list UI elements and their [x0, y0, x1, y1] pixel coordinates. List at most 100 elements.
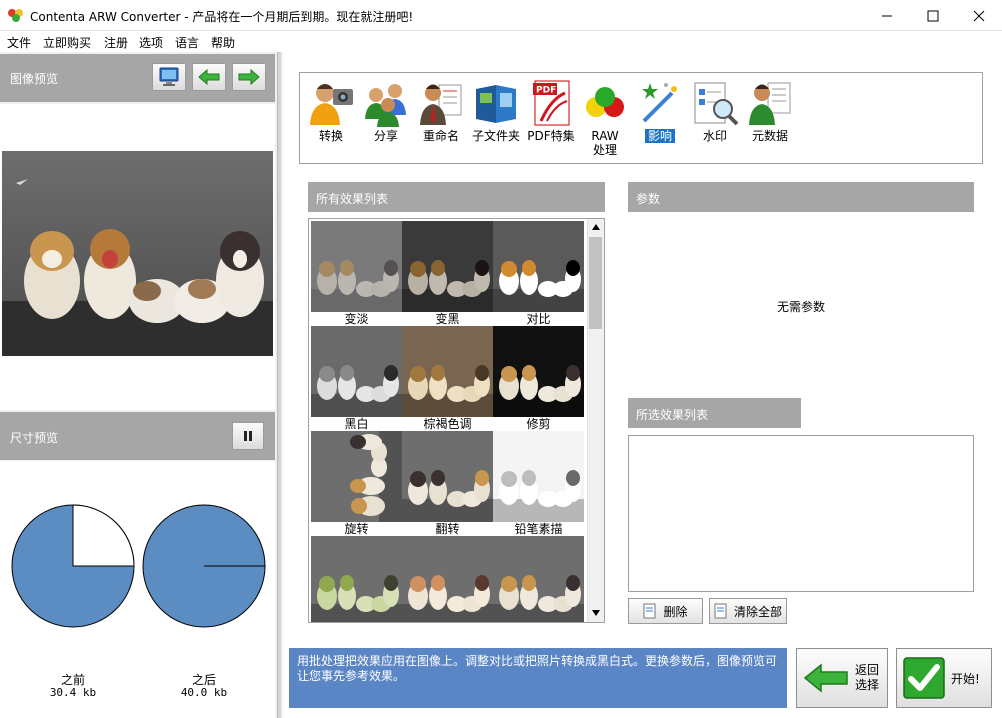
svg-text:PDF: PDF [536, 86, 556, 96]
menu-register[interactable]: 注册 [104, 34, 128, 51]
maximize-button[interactable] [910, 0, 956, 31]
monitor-button[interactable] [152, 63, 186, 91]
app-logo-icon [8, 9, 23, 22]
clear-all-button-label: 清除全部 [733, 604, 782, 619]
effect-item[interactable]: 黑白 [311, 326, 402, 431]
size-preview-title: 尺寸预览 [10, 431, 59, 445]
minimize-button[interactable] [864, 0, 910, 31]
tool-watermark[interactable]: 水印 [687, 79, 743, 161]
checkmark-icon [903, 657, 945, 699]
tool-raw-label: RAW 处理 [591, 129, 619, 157]
delete-button[interactable]: 删除 [628, 598, 703, 624]
start-button[interactable]: 开始! [896, 648, 992, 708]
effect-item[interactable]: 变淡 [311, 221, 402, 326]
effects-list[interactable]: 变淡 变黑 对比黑白 棕褐色调 修剪旋转 翻转 铅笔素描 [308, 218, 605, 623]
tool-rename[interactable]: 重命名 [413, 79, 469, 161]
before-size: 30.4 kb [49, 686, 97, 699]
effect-item[interactable]: 修剪 [493, 326, 584, 431]
effects-scrollbar-thumb[interactable] [589, 237, 602, 329]
size-preview-area: 之前 30.4 kb 之后 40.0 kb [0, 461, 275, 718]
effect-label: 翻转 [435, 522, 460, 536]
tool-metadata[interactable]: 元数据 [742, 79, 798, 161]
effect-thumbnail [311, 221, 402, 312]
help-text: 用批处理把效果应用在图像上。调整对比或把照片转换成黑白式。更换参数后，图像预览可… [289, 648, 787, 708]
delete-doc-icon [643, 603, 656, 619]
pause-button[interactable] [232, 422, 264, 450]
menu-file[interactable]: 文件 [7, 34, 31, 51]
selected-effects-header: 所选效果列表 [628, 398, 801, 428]
menu-help[interactable]: 帮助 [211, 34, 235, 51]
tool-share[interactable]: 分享 [358, 79, 414, 161]
tool-raw[interactable]: RAW 处理 [577, 79, 633, 161]
effect-label: 黑白 [344, 417, 369, 431]
monitor-icon [159, 67, 179, 86]
effect-item[interactable] [493, 536, 584, 622]
tool-subfolder-label: 子文件夹 [471, 129, 520, 143]
effect-label: 变淡 [344, 312, 369, 326]
effect-item[interactable]: 棕褐色调 [402, 326, 493, 431]
effect-thumbnail [493, 326, 584, 417]
size-preview-header: 尺寸预览 [0, 412, 275, 460]
effect-thumbnail [311, 536, 402, 622]
previous-image-button[interactable] [192, 63, 226, 91]
image-preview-header: 图像预览 [0, 54, 275, 102]
back-button[interactable]: 返回 选择 [796, 648, 888, 708]
tool-watermark-label: 水印 [702, 129, 727, 143]
scroll-down-icon[interactable] [591, 609, 601, 617]
tool-effects[interactable]: 影响 [632, 79, 688, 161]
close-icon [973, 10, 985, 21]
close-button[interactable] [956, 0, 1002, 31]
effect-item[interactable] [402, 536, 493, 622]
tool-convert-label: 转换 [318, 129, 343, 143]
minimize-icon [882, 15, 892, 16]
effect-thumbnail [493, 221, 584, 312]
tool-pdf[interactable]: PDF PDF特集 [523, 79, 579, 161]
clear-doc-icon [714, 603, 727, 619]
effect-thumbnail [402, 536, 493, 622]
next-image-button[interactable] [232, 63, 266, 91]
effect-label: 旋转 [344, 522, 369, 536]
tool-share-label: 分享 [373, 129, 398, 143]
clear-all-button[interactable]: 清除全部 [709, 598, 787, 624]
menu-buy-now[interactable]: 立即购买 [43, 34, 91, 51]
effect-thumbnail [402, 431, 493, 522]
watermark-magnifier-icon [694, 82, 739, 126]
after-size: 40.0 kb [180, 686, 228, 699]
tool-rename-label: 重命名 [422, 129, 459, 143]
pdf-icon: PDF [533, 80, 570, 126]
effect-item[interactable]: 旋转 [311, 431, 402, 536]
effect-thumbnail [493, 431, 584, 522]
effect-label: 修剪 [526, 417, 551, 431]
rename-person-icon [420, 84, 462, 125]
pane-splitter[interactable] [277, 52, 281, 718]
scroll-up-icon[interactable] [591, 223, 601, 231]
back-button-line2: 选择 [855, 678, 880, 692]
effect-label: 棕褐色调 [423, 417, 472, 431]
arrow-left-icon [198, 69, 220, 85]
arrow-back-icon [803, 663, 848, 693]
menu-language[interactable]: 语言 [175, 34, 199, 51]
tool-subfolder[interactable]: 子文件夹 [468, 79, 524, 161]
tool-convert[interactable]: 转换 [303, 79, 359, 161]
effect-thumbnail [402, 221, 493, 312]
window-title: Contenta ARW Converter - 产品将在一个月期后到期。现在就… [30, 10, 414, 24]
action-toolbar: 转换 分享 重命名 子文件夹 PDF PDF特集 RAW 处理 影响 水印 元数… [299, 72, 983, 164]
effects-wand-icon [642, 83, 677, 123]
menu-options[interactable]: 选项 [139, 34, 163, 51]
effect-item[interactable] [311, 536, 402, 622]
effect-label: 铅笔素描 [514, 522, 563, 536]
selected-effects-list[interactable] [628, 435, 974, 592]
maximize-icon [927, 10, 939, 21]
effect-item[interactable]: 变黑 [402, 221, 493, 326]
params-message: 无需参数 [776, 300, 825, 314]
start-button-label: 开始! [951, 671, 980, 686]
effect-item[interactable]: 翻转 [402, 431, 493, 536]
effect-label: 对比 [526, 312, 551, 326]
tool-effects-label: 影响 [644, 129, 675, 143]
share-people-icon [365, 84, 406, 127]
metadata-person-icon [749, 82, 791, 125]
effect-thumbnail [311, 431, 402, 522]
effect-item[interactable]: 对比 [493, 221, 584, 326]
effect-item[interactable]: 铅笔素描 [493, 431, 584, 536]
effects-grid: 变淡 变黑 对比黑白 棕褐色调 修剪旋转 翻转 铅笔素描 [311, 221, 586, 622]
